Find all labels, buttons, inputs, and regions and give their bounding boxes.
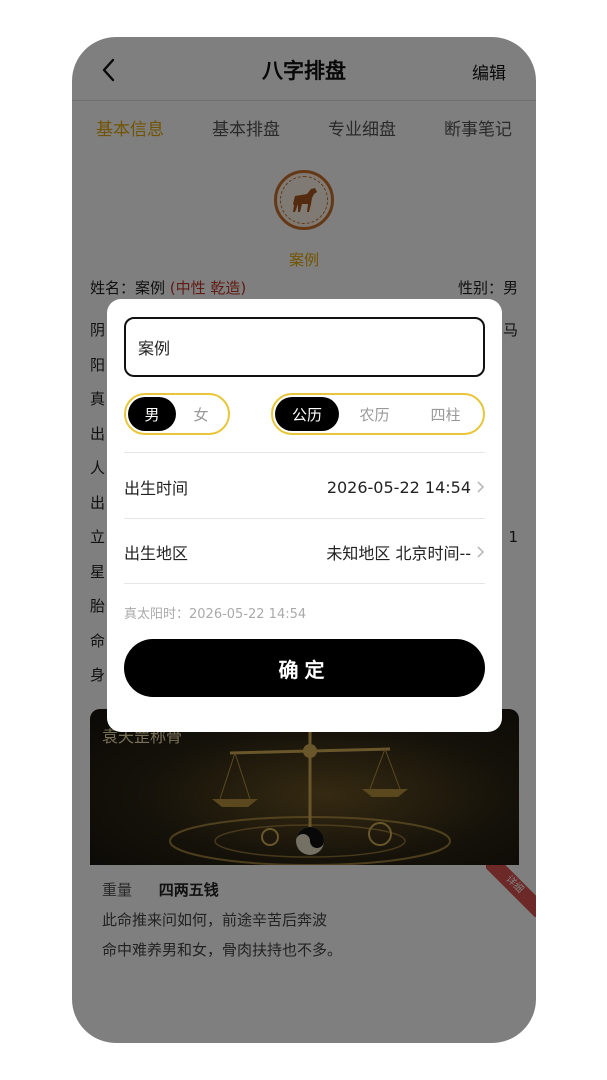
birth-place-row[interactable]: 出生地区 未知地区 北京时间-- — [124, 532, 485, 572]
birth-time-value: 2026-05-22 14:54 — [326, 477, 471, 497]
gender-toggle: 男 女 — [124, 393, 230, 435]
gender-option-female[interactable]: 女 — [176, 397, 226, 431]
divider — [124, 583, 485, 584]
calendar-option-lunar[interactable]: 农历 — [339, 397, 410, 431]
birth-place-value-wrap: 未知地区 北京时间-- — [326, 540, 485, 564]
birth-time-value-wrap: 2026-05-22 14:54 — [327, 478, 485, 497]
gender-option-male[interactable]: 男 — [128, 397, 176, 431]
birth-place-label: 出生地区 — [124, 544, 189, 563]
birth-time-label: 出生时间 — [124, 479, 189, 498]
true-solar-time: 真太阳时：2026-05-22 14:54 — [124, 607, 307, 622]
calendar-option-four-pillars[interactable]: 四柱 — [410, 397, 481, 431]
divider — [124, 518, 485, 519]
confirm-button[interactable]: 确定 — [124, 639, 485, 697]
birth-time-row[interactable]: 出生时间 2026-05-22 14:54 — [124, 467, 485, 507]
chevron-right-icon — [477, 546, 485, 558]
calendar-option-solar[interactable]: 公历 — [275, 397, 339, 431]
calendar-type-toggle: 公历 农历 四柱 — [271, 393, 485, 435]
name-input[interactable] — [124, 317, 485, 377]
birth-info-dialog: 男 女 公历 农历 四柱 出生时间 2026-05-22 14:54 出生地区 … — [107, 299, 502, 732]
divider — [124, 452, 485, 453]
birth-place-value: 未知地区 北京时间-- — [326, 544, 471, 563]
phone-screen: 八字排盘 编辑 基本信息 基本排盘 专业细盘 断事笔记 案例 姓名：案例 (中性… — [72, 37, 536, 1043]
chevron-right-icon — [477, 481, 485, 493]
